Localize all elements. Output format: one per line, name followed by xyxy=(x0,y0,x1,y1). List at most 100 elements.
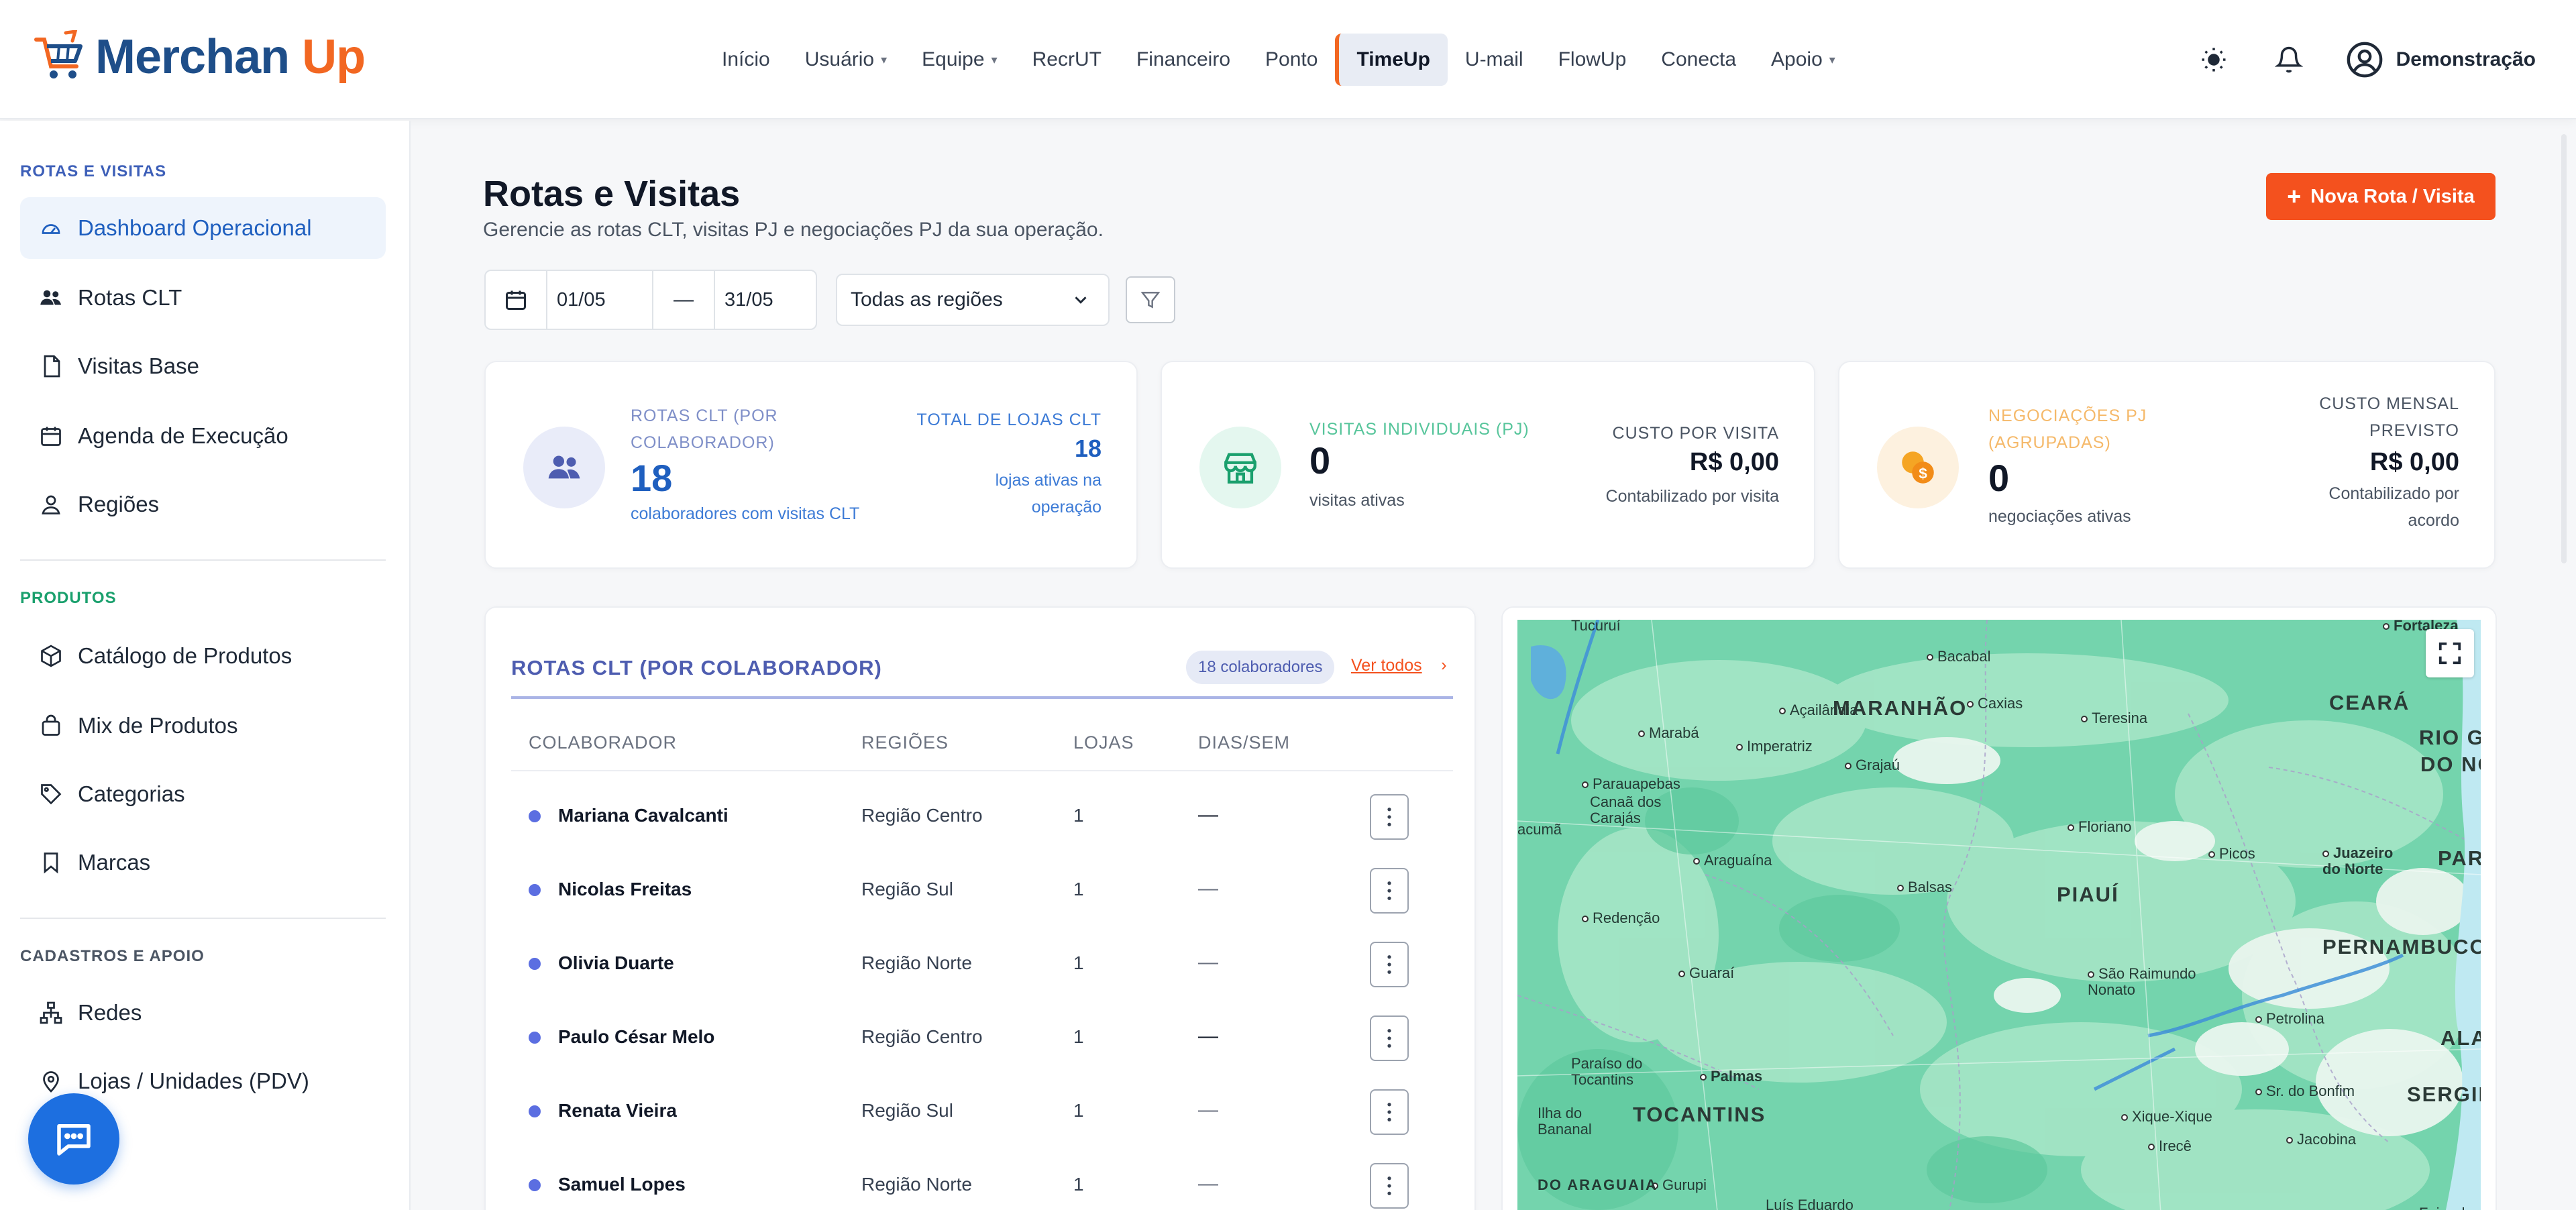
fullscreen-icon xyxy=(2438,642,2461,665)
nav-inicio[interactable]: Início xyxy=(704,34,788,86)
user-menu[interactable]: Demonstração xyxy=(2345,40,2536,79)
table-row: Nicolas Freitas Região Sul 1 — xyxy=(486,853,1474,927)
nav-financeiro[interactable]: Financeiro xyxy=(1119,34,1248,86)
sidebar-item-redes[interactable]: Redes xyxy=(20,982,386,1044)
collaborator-region: Região Norte xyxy=(861,1174,972,1195)
row-actions-button[interactable] xyxy=(1370,1163,1409,1209)
page-scrollbar[interactable] xyxy=(2561,134,2567,563)
collaborator-stores: 1 xyxy=(1073,879,1084,899)
map-city-name: Picos xyxy=(2219,845,2255,862)
nav-recrut[interactable]: RecrUT xyxy=(1015,34,1119,86)
nav-label: Financeiro xyxy=(1136,48,1231,70)
map-city-label: Tucuruí xyxy=(1571,620,1621,634)
calendar-icon xyxy=(41,427,61,446)
theme-toggle-button[interactable] xyxy=(2195,41,2233,78)
collaborator-stores: 1 xyxy=(1073,1100,1084,1121)
map-state-label: MARANHÃO xyxy=(1833,696,1968,720)
row-actions-button[interactable] xyxy=(1370,1015,1409,1061)
stat-value: 0 xyxy=(1988,457,2010,499)
map-city-label: Araguaína xyxy=(1693,852,1772,869)
nav-conecta[interactable]: Conecta xyxy=(1644,34,1754,86)
sidebar-item-mix-de-produtos[interactable]: Mix de Produtos xyxy=(20,695,386,757)
caret-down-icon: ▾ xyxy=(881,52,888,66)
map-city-label: Grajaú xyxy=(1845,757,1900,774)
map-city-name: Guaraí xyxy=(1689,965,1735,981)
map-city-name: Irecê xyxy=(2159,1138,2192,1154)
map-fullscreen-button[interactable] xyxy=(2426,629,2474,677)
row-actions-button[interactable] xyxy=(1370,1089,1409,1135)
chat-button[interactable] xyxy=(28,1093,119,1185)
notifications-button[interactable] xyxy=(2270,41,2308,78)
column-header-colaborador: COLABORADOR xyxy=(529,732,678,753)
region-select[interactable]: Todas as regiões xyxy=(836,274,1110,326)
map-city-label: Sr. do Bonfim xyxy=(2255,1083,2355,1100)
top-navbar: Merchan Up Início Usuário ▾ Equipe ▾ RecrU… xyxy=(0,0,2576,119)
collaborator-name: Renata Vieira xyxy=(558,1100,677,1121)
collaborator-days: — xyxy=(1198,1025,1218,1047)
map-city-label: Feira de xyxy=(2419,1205,2473,1210)
collaborator-stores: 1 xyxy=(1073,1174,1084,1195)
panel-title-underline xyxy=(511,696,1453,699)
row-actions-button[interactable] xyxy=(1370,868,1409,914)
nav-flowup[interactable]: FlowUp xyxy=(1541,34,1644,86)
map-city-name: Gurupi xyxy=(1662,1176,1707,1193)
nav-timeup[interactable]: TimeUp xyxy=(1335,34,1448,86)
page-subtitle: Gerencie as rotas CLT, visitas PJ e nego… xyxy=(483,219,1104,241)
sidebar-item-visitas-base[interactable]: Visitas Base xyxy=(20,335,386,397)
table-header-divider xyxy=(511,770,1453,771)
rotas-clt-panel: ROTAS CLT (POR COLABORADOR) 18 colaborad… xyxy=(484,606,1476,1210)
date-to-field[interactable] xyxy=(715,271,816,329)
calendar-icon xyxy=(506,290,526,310)
map-city-name: Floriano xyxy=(2078,818,2132,835)
filter-button[interactable] xyxy=(1126,276,1175,323)
sidebar-item-agenda-de-execucao[interactable]: Agenda de Execução xyxy=(20,405,386,467)
sidebar-item-dashboard-operacional[interactable]: Dashboard Operacional xyxy=(20,197,386,259)
nav-label: RecrUT xyxy=(1032,48,1102,70)
date-separator: — xyxy=(653,271,715,329)
sidebar-item-regioes[interactable]: Regiões xyxy=(20,474,386,535)
sidebar-item-categorias[interactable]: Categorias xyxy=(20,763,386,825)
sidebar-item-rotas-clt[interactable]: Rotas CLT xyxy=(20,267,386,329)
status-dot xyxy=(529,884,541,896)
date-from-input[interactable] xyxy=(547,288,652,311)
stat-right-value: 18 xyxy=(1074,435,1102,462)
sidebar-item-label: Categorias xyxy=(78,781,185,806)
map-city-label: Guaraí xyxy=(1678,965,1734,982)
nav-label: Ponto xyxy=(1265,48,1318,70)
row-actions-button[interactable] xyxy=(1370,942,1409,987)
chevron-down-icon xyxy=(1075,296,1087,304)
map-state-label: SERGIP xyxy=(2407,1083,2481,1106)
more-vertical-icon xyxy=(1387,881,1391,900)
nav-usuario[interactable]: Usuário ▾ xyxy=(788,34,904,86)
users-icon xyxy=(523,427,605,508)
map-city-name: Petrolina xyxy=(2266,1010,2324,1027)
sidebar-divider xyxy=(20,559,386,561)
nav-umail[interactable]: U-mail xyxy=(1448,34,1541,86)
date-to-input[interactable] xyxy=(715,288,816,311)
sidebar-item-catalogo-de-produtos[interactable]: Catálogo de Produtos xyxy=(20,625,386,687)
sidebar-section-title: CADASTROS E APOIO xyxy=(20,947,205,965)
nav-ponto[interactable]: Ponto xyxy=(1248,34,1335,86)
stat-right-value: R$ 0,00 xyxy=(1689,448,1779,476)
map-state-label: TOCANTINS xyxy=(1633,1103,1766,1126)
collaborator-name: Olivia Duarte xyxy=(558,952,674,973)
sidebar-item-marcas[interactable]: Marcas xyxy=(20,832,386,893)
date-from-field[interactable] xyxy=(547,271,653,329)
collaborator-name: Paulo César Melo xyxy=(558,1026,715,1047)
brand-logo[interactable]: Merchan Up xyxy=(32,20,366,94)
map-city-label: Ilha do Bananal xyxy=(1538,1105,1592,1138)
nav-apoio[interactable]: Apoio ▾ xyxy=(1754,34,1853,86)
map-panel: Tucuruí Bacabal Fortaleza Marabá Açailân… xyxy=(1501,606,2497,1210)
map-city-label: Caxias xyxy=(1967,695,2023,712)
view-all-link[interactable]: Ver todos xyxy=(1351,656,1422,675)
row-actions-button[interactable] xyxy=(1370,794,1409,840)
new-route-visit-button[interactable]: + Nova Rota / Visita xyxy=(2266,173,2496,220)
collaborator-days: — xyxy=(1198,804,1218,826)
map-state-label: PERNAMBUCO xyxy=(2322,935,2481,958)
calendar-button[interactable] xyxy=(486,271,547,329)
stat-right-sub: Contabilizado por acordo xyxy=(2328,484,2459,530)
stat-sub: colaboradores com visitas CLT xyxy=(631,504,860,523)
map-city-label: Gurupi xyxy=(1652,1176,1707,1194)
region-map[interactable]: Tucuruí Bacabal Fortaleza Marabá Açailân… xyxy=(1517,620,2481,1210)
nav-equipe[interactable]: Equipe ▾ xyxy=(904,34,1014,86)
